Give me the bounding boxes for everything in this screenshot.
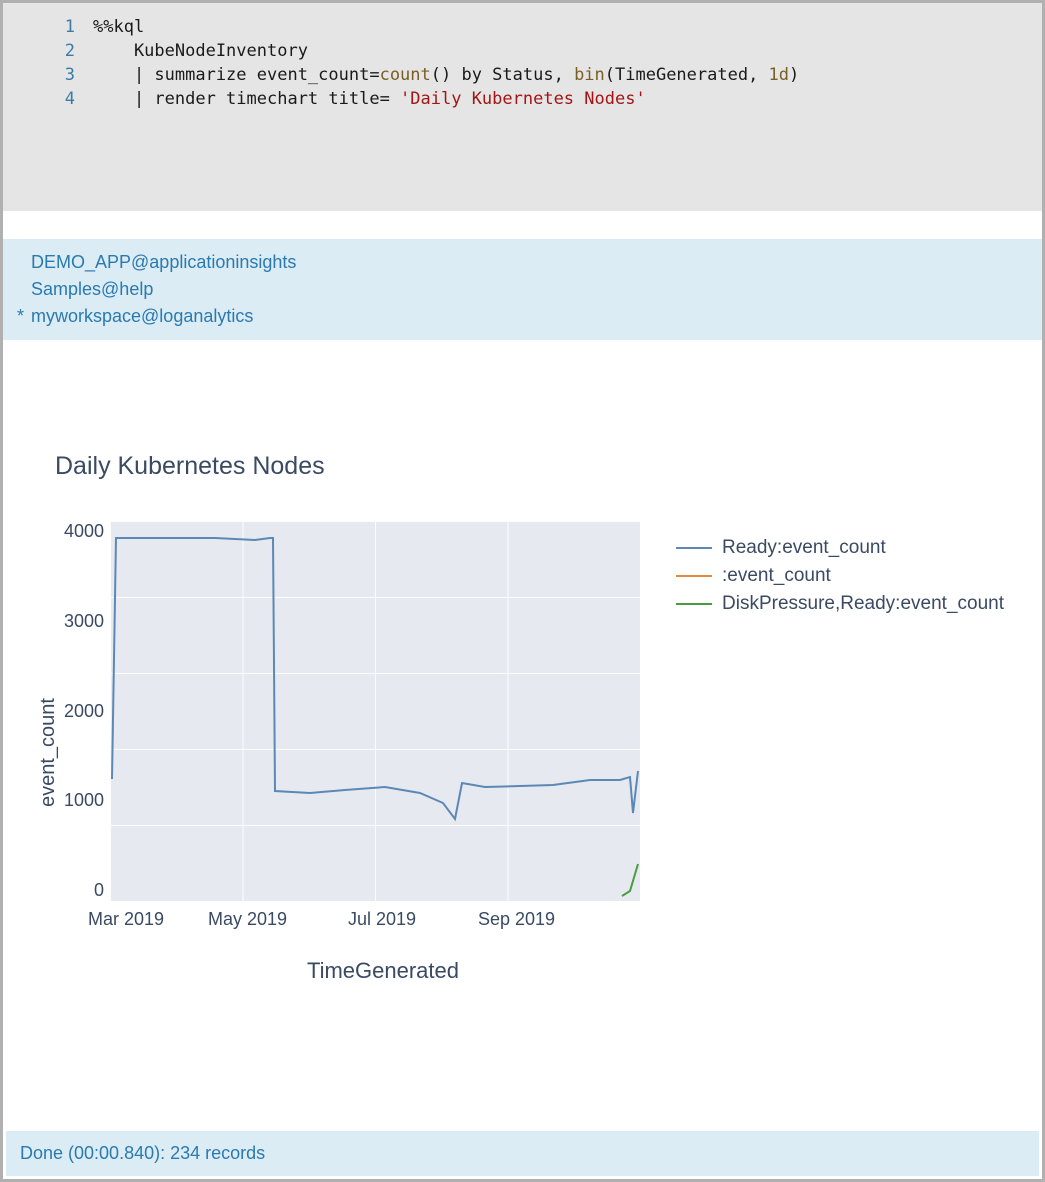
connection-item: * myworkspace@loganalytics [17, 303, 1024, 330]
plot-area[interactable] [110, 521, 640, 901]
line-number: 2 [3, 39, 93, 63]
legend-label: Ready:event_count [722, 537, 886, 559]
status-bar: Done (00:00.840): 234 records [6, 1131, 1039, 1176]
line-number: 4 [3, 87, 93, 111]
chart-svg [110, 521, 640, 901]
series-ready [112, 538, 638, 819]
status-text: Done (00:00.840): 234 records [20, 1143, 265, 1163]
code-line: | render timechart title= 'Daily Kuberne… [93, 87, 646, 111]
legend-item[interactable]: Ready:event_count [676, 537, 1004, 559]
x-axis-ticks: Mar 2019 May 2019 Jul 2019 Sep 2019 [118, 909, 648, 930]
connection-item: Samples@help [17, 276, 1024, 303]
connection-label: myworkspace@loganalytics [31, 303, 253, 330]
chart-output: Daily Kubernetes Nodes event_count 4000 … [3, 340, 1042, 1004]
chart-title: Daily Kubernetes Nodes [55, 452, 1012, 481]
chart-legend[interactable]: Ready:event_count :event_count DiskPress… [676, 537, 1004, 621]
line-number: 1 [3, 15, 93, 39]
x-axis-label: TimeGenerated [118, 958, 648, 984]
y-axis-ticks: 4000 3000 2000 1000 0 [64, 521, 110, 901]
code-line: %%kql [93, 15, 144, 39]
connection-label: Samples@help [31, 276, 153, 303]
y-axis-label: event_count [33, 563, 64, 943]
legend-swatch [676, 575, 712, 577]
legend-label: DiskPressure,Ready:event_count [722, 593, 1004, 615]
code-line: KubeNodeInventory [93, 39, 308, 63]
output-gap [3, 211, 1042, 239]
connection-banner: DEMO_APP@applicationinsights Samples@hel… [3, 239, 1042, 340]
legend-item[interactable]: DiskPressure,Ready:event_count [676, 593, 1004, 615]
legend-swatch [676, 603, 712, 605]
legend-item[interactable]: :event_count [676, 565, 1004, 587]
code-line: | summarize event_count=count() by Statu… [93, 63, 799, 87]
line-number: 3 [3, 63, 93, 87]
series-diskpressure [622, 864, 638, 896]
connection-item: DEMO_APP@applicationinsights [17, 249, 1024, 276]
legend-label: :event_count [722, 565, 831, 587]
code-cell[interactable]: 1 %%kql 2 KubeNodeInventory 3 | summariz… [3, 3, 1042, 211]
legend-swatch [676, 547, 712, 549]
connection-label: DEMO_APP@applicationinsights [31, 249, 296, 276]
